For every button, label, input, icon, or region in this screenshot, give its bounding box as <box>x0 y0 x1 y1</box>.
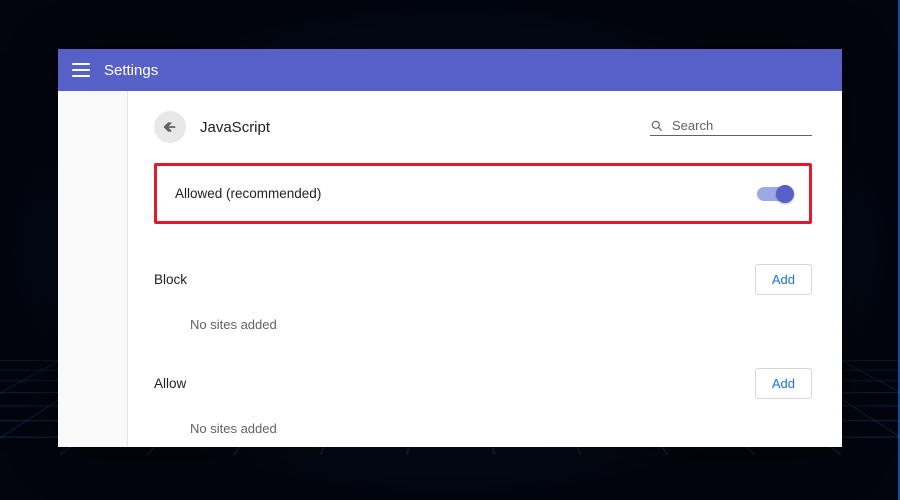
window-body: JavaScript Allowed (recommended) Block A… <box>58 91 842 447</box>
search-input[interactable] <box>672 118 812 133</box>
arrow-left-icon <box>162 119 178 135</box>
block-add-button[interactable]: Add <box>755 264 812 295</box>
topbar-title: Settings <box>104 62 158 79</box>
block-section-header: Block Add <box>154 254 812 309</box>
allow-section-title: Allow <box>154 376 186 391</box>
topbar: Settings <box>58 49 842 91</box>
content-area: JavaScript Allowed (recommended) Block A… <box>128 91 842 447</box>
search-field[interactable] <box>650 118 812 136</box>
allowed-toggle[interactable] <box>757 187 791 201</box>
allow-add-button[interactable]: Add <box>755 368 812 399</box>
page-header: JavaScript <box>154 109 812 145</box>
page-title: JavaScript <box>200 119 270 136</box>
allow-empty-message: No sites added <box>154 413 812 447</box>
search-icon <box>650 119 664 133</box>
block-section-title: Block <box>154 272 187 287</box>
allowed-toggle-label: Allowed (recommended) <box>175 186 321 201</box>
toggle-knob <box>776 185 794 203</box>
back-button[interactable] <box>154 111 186 143</box>
settings-window: Settings JavaScript Allowed (recommended… <box>58 49 842 447</box>
block-empty-message: No sites added <box>154 309 812 358</box>
allow-section-header: Allow Add <box>154 358 812 413</box>
allowed-toggle-row: Allowed (recommended) <box>154 163 812 224</box>
sidebar <box>58 91 128 447</box>
menu-icon[interactable] <box>72 61 90 79</box>
